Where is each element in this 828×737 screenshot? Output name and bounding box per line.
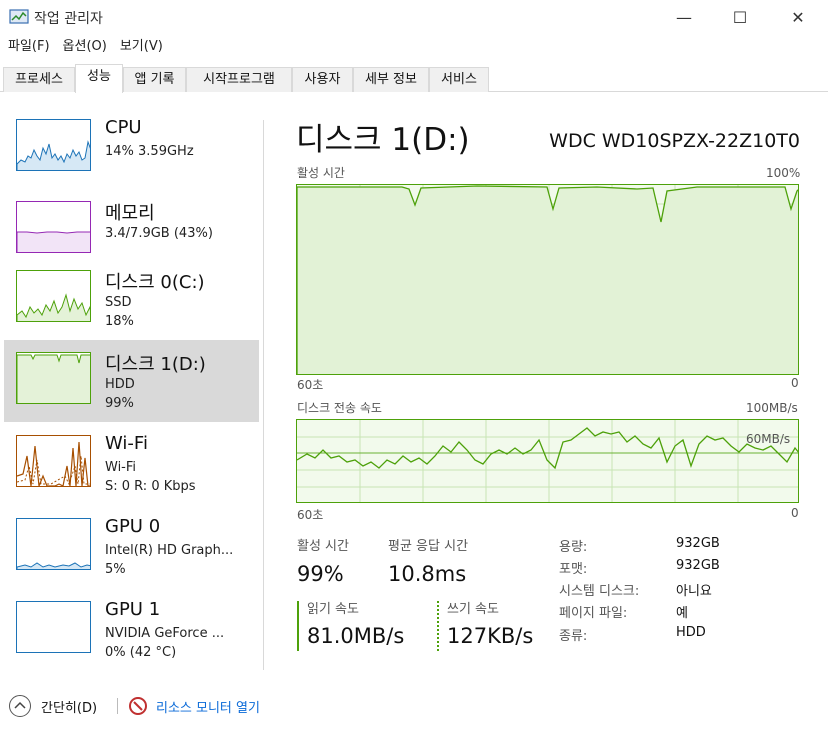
resource-disk0[interactable]: 디스크 0(C:) SSD 18% <box>4 258 259 340</box>
tab-services[interactable]: 서비스 <box>429 67 489 92</box>
prop-page-file-key: 페이지 파일: <box>559 606 628 621</box>
active-time-graph <box>296 184 799 375</box>
graph2-time-right: 0 <box>791 506 799 520</box>
tab-bar: 프로세스 성능 앱 기록 시작프로그램 사용자 세부 정보 서비스 <box>0 64 828 93</box>
graph1-time-right: 0 <box>791 376 799 390</box>
transfer-graph-max: 100MB/s <box>746 401 798 415</box>
prop-system-disk-value: 아니요 <box>676 584 712 599</box>
prop-type-key: 종류: <box>559 629 588 644</box>
prop-capacity-value: 932GB <box>676 536 720 551</box>
maximize-button[interactable]: ☐ <box>712 0 768 34</box>
footer-bar: 간단히(D) 리소스 모니터 열기 <box>0 684 828 728</box>
response-time-label: 평균 응답 시간 <box>388 539 469 554</box>
write-speed-value: 127KB/s <box>447 624 534 648</box>
tab-details[interactable]: 세부 정보 <box>353 67 429 92</box>
gpu1-thumbnail-graph <box>16 601 91 653</box>
tab-users[interactable]: 사용자 <box>292 67 353 92</box>
prop-format-key: 포맷: <box>559 562 588 577</box>
transfer-rate-graph <box>296 419 799 503</box>
disk-model: WDC WD10SPZX-22Z10T0 <box>549 130 800 152</box>
resource-wifi[interactable]: Wi-Fi Wi-Fi S: 0 R: 0 Kbps <box>4 423 259 505</box>
write-speed-label: 쓰기 속도 <box>447 602 499 617</box>
tab-processes[interactable]: 프로세스 <box>3 67 75 92</box>
tab-performance[interactable]: 성능 <box>75 64 123 93</box>
resource-memory-name: 메모리 <box>105 203 155 224</box>
resource-disk1-usage: 99% <box>105 396 134 411</box>
graph1-time-left: 60초 <box>297 378 324 392</box>
resource-cpu-usage: 14% 3.59GHz <box>105 144 194 159</box>
resource-gpu1-usage: 0% (42 °C) <box>105 645 177 660</box>
fewer-details-button[interactable] <box>9 695 31 717</box>
title-bar: 작업 관리자 — ☐ ✕ <box>0 0 828 34</box>
tab-app-history[interactable]: 앱 기록 <box>123 67 186 92</box>
minimize-button[interactable]: — <box>656 0 712 34</box>
menu-options[interactable]: 옵션(O) <box>63 36 107 58</box>
resource-gpu0-name: GPU 0 <box>105 516 161 537</box>
resource-gpu0-model: Intel(R) HD Graph... <box>105 543 234 558</box>
response-time-value: 10.8ms <box>388 562 467 586</box>
memory-thumbnail-graph <box>16 201 91 253</box>
prop-system-disk-key: 시스템 디스크: <box>559 584 640 599</box>
resource-memory-usage: 3.4/7.9GB (43%) <box>105 226 213 241</box>
resource-cpu-name: CPU <box>105 117 142 138</box>
detail-title: 디스크 1(D:) <box>296 122 470 158</box>
resource-monitor-link[interactable]: 리소스 모니터 열기 <box>156 697 260 716</box>
active-time-graph-max: 100% <box>766 166 801 180</box>
prop-type-value: HDD <box>676 625 706 640</box>
active-time-graph-label: 활성 시간 <box>297 166 345 180</box>
panel-divider <box>263 120 264 670</box>
resource-wifi-throughput: S: 0 R: 0 Kbps <box>105 479 196 494</box>
cpu-thumbnail-graph <box>16 119 91 171</box>
active-time-label: 활성 시간 <box>297 539 349 554</box>
close-button[interactable]: ✕ <box>770 0 826 34</box>
prop-capacity-key: 용량: <box>559 540 588 555</box>
window-title: 작업 관리자 <box>34 11 103 27</box>
gpu0-thumbnail-graph <box>16 518 91 570</box>
resource-disk0-type: SSD <box>105 295 132 310</box>
read-speed-marker <box>297 601 299 651</box>
disk1-thumbnail-graph <box>16 352 91 404</box>
chevron-up-icon <box>14 701 26 709</box>
resource-gpu1-model: NVIDIA GeForce ... <box>105 626 225 641</box>
resource-gpu1-name: GPU 1 <box>105 599 161 620</box>
resource-cpu[interactable]: CPU 14% 3.59GHz <box>4 107 259 189</box>
read-speed-value: 81.0MB/s <box>307 624 405 648</box>
prop-format-value: 932GB <box>676 558 720 573</box>
write-speed-marker <box>437 601 439 651</box>
menu-view[interactable]: 보기(V) <box>120 36 163 58</box>
active-time-value: 99% <box>297 562 344 586</box>
resource-gpu1[interactable]: GPU 1 NVIDIA GeForce ... 0% (42 °C) <box>4 589 259 671</box>
resource-list: CPU 14% 3.59GHz 메모리 3.4/7.9GB (43%) 디스크 … <box>0 93 264 673</box>
resource-gpu0-usage: 5% <box>105 562 126 577</box>
tab-startup[interactable]: 시작프로그램 <box>186 67 292 92</box>
fewer-details-link[interactable]: 간단히(D) <box>41 697 97 716</box>
prop-page-file-value: 예 <box>676 606 688 621</box>
resource-wifi-adapter: Wi-Fi <box>105 460 137 475</box>
transfer-graph-line-label: 60MB/s <box>746 432 791 446</box>
menu-file[interactable]: 파일(F) <box>8 36 50 58</box>
disk0-thumbnail-graph <box>16 270 91 322</box>
resource-disk1-type: HDD <box>105 377 135 392</box>
resource-disk1[interactable]: 디스크 1(D:) HDD 99% <box>4 340 259 422</box>
resource-disk0-name: 디스크 0(C:) <box>105 272 205 293</box>
resource-gpu0[interactable]: GPU 0 Intel(R) HD Graph... 5% <box>4 506 259 588</box>
read-speed-label: 읽기 속도 <box>307 602 359 617</box>
resource-disk1-name: 디스크 1(D:) <box>105 354 206 375</box>
footer-divider <box>117 698 118 714</box>
graph2-time-left: 60초 <box>297 508 324 522</box>
resource-monitor-icon <box>129 697 147 715</box>
wifi-thumbnail-graph <box>16 435 91 487</box>
menu-bar: 파일(F) 옵션(O) 보기(V) <box>0 36 168 58</box>
transfer-graph-label: 디스크 전송 속도 <box>297 401 382 415</box>
resource-wifi-name: Wi-Fi <box>105 433 148 454</box>
task-manager-icon <box>9 9 29 24</box>
resource-disk0-usage: 18% <box>105 314 134 329</box>
